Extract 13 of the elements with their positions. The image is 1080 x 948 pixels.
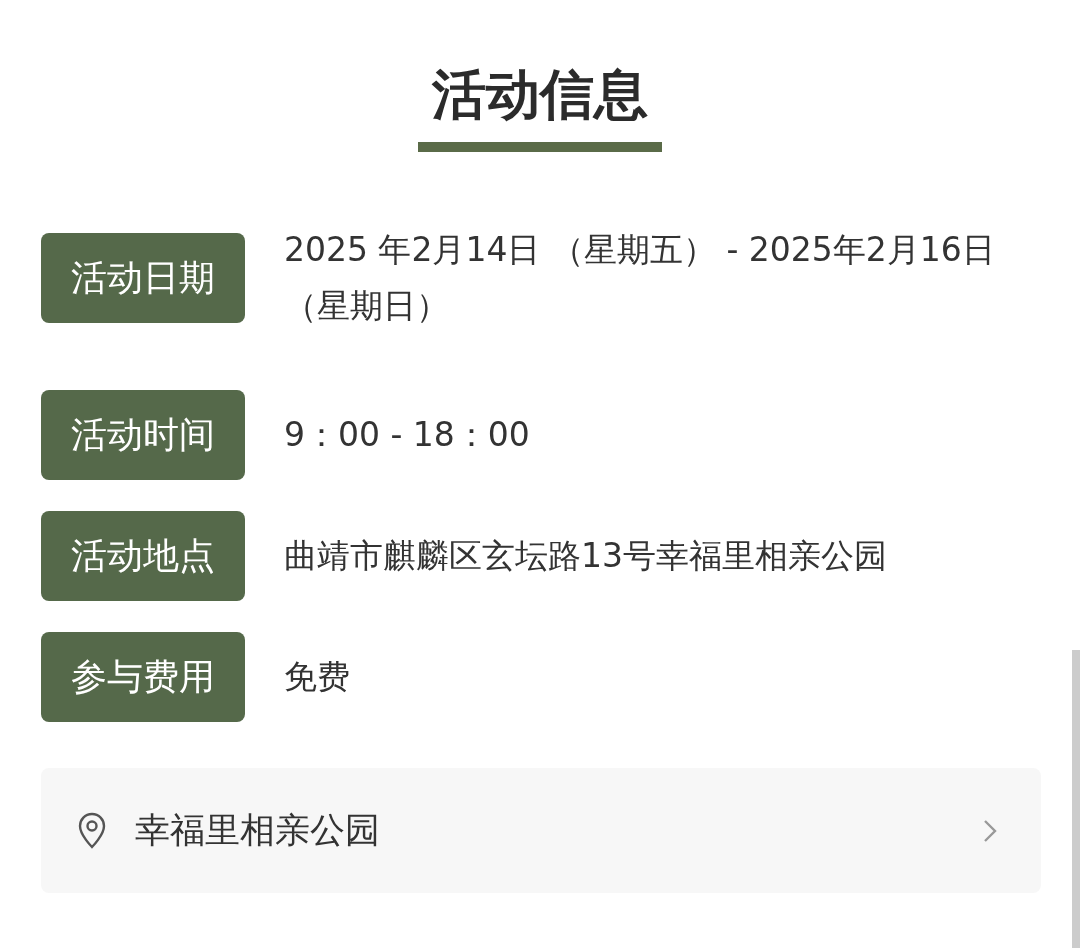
location-card[interactable]: 幸福里相亲公园 (41, 768, 1041, 893)
scrollbar[interactable] (1072, 650, 1080, 948)
field-label: 参与费用 (41, 632, 245, 722)
field-value: 曲靖市麒麟区玄坛路13号幸福里相亲公园 (284, 535, 888, 577)
section-title: 活动信息 (432, 62, 648, 128)
field-value: 免费 (284, 656, 351, 698)
chevron-right-icon (983, 818, 997, 843)
location-pin-icon (77, 811, 107, 850)
field-value: 2025 年2月14日 （星期五） - 2025年2月16日（星期日） (284, 229, 996, 327)
field-label: 活动日期 (41, 233, 245, 323)
field-label: 活动地点 (41, 511, 245, 601)
field-label: 活动时间 (41, 390, 245, 480)
field-value: 9：00 - 18：00 (284, 414, 531, 456)
